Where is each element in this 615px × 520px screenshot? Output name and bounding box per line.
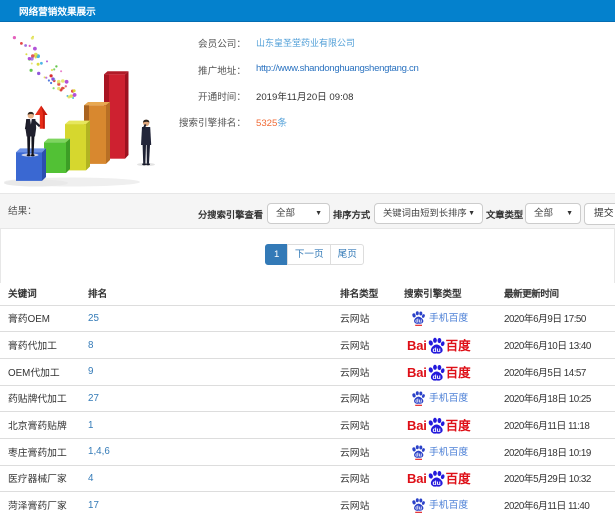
svg-text:du: du [415,319,422,325]
svg-text:du: du [415,506,422,512]
svg-text:du: du [432,481,440,488]
svg-text:du: du [432,374,440,381]
svg-text:du: du [432,347,440,354]
svg-text:du: du [415,452,422,458]
svg-text:du: du [432,427,440,434]
svg-text:du: du [415,399,422,405]
